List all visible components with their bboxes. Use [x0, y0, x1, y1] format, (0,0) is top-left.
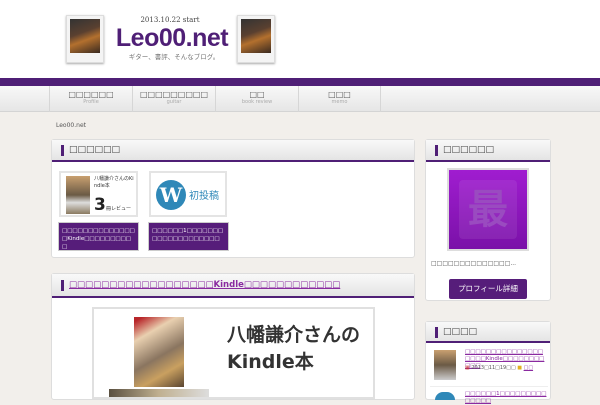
guitar-photo-left [66, 15, 104, 63]
nav-item-memo[interactable]: □□□ memo [298, 86, 381, 112]
guitar-photo-right [237, 15, 275, 63]
site-logo[interactable]: Leo00.net [112, 24, 232, 53]
featured-caption[interactable]: □□□□□□1□□□□□□□□□□□□□□□□□□□□ [148, 222, 229, 251]
nav-item-guitar[interactable]: □□□□□□□□□ guitar [132, 86, 215, 112]
nav-label: □□□□□□ [68, 90, 114, 99]
site-tagline: ギター、書評、そんなブログ。 [128, 53, 220, 61]
wordpress-logo-icon [435, 392, 455, 400]
profile-box: □□□□□□ 最 □□□□□□□□□□□□□□... プロフィール詳細 [425, 139, 551, 301]
featured-box: □□□□□□ 八幡謙介さんのKindle本 3 冊レビュー W 初投稿 □□□□… [51, 139, 415, 258]
nav-label: □□□□□□□□□ [139, 90, 209, 99]
site-header: 2013.10.22 start Leo00.net ギター、書評、そんなブログ… [0, 0, 600, 78]
featured-title: □□□□□□ [61, 145, 408, 156]
main-nav: □□□□□□ Profile □□□□□□□□□ guitar □□ book rev… [0, 86, 600, 112]
thumb-number: 3 [94, 195, 106, 215]
nav-sublabel: book review [241, 99, 273, 105]
nav-label: □□□ [328, 90, 351, 99]
post-image[interactable]: 八幡謙介さんの Kindle本 [92, 307, 375, 399]
recent-header: □□□□ [426, 322, 550, 343]
thumb-title: 八幡謙介さんのKindle本 [94, 176, 134, 189]
featured-thumb-first-post[interactable]: W 初投稿 [149, 171, 227, 217]
purple-band [0, 78, 600, 86]
image-text-line2: Kindle本 [227, 351, 314, 373]
recent-posts-box: □□□□ □□□□□□□□□□□□□□□□□□□Kindle□□□□□□□□□□… [425, 321, 551, 404]
featured-header: □□□□□□ [52, 140, 414, 162]
profile-detail-button[interactable]: プロフィール詳細 [449, 279, 527, 299]
book-covers-image [109, 389, 209, 397]
post-header: □□□□□□□□□□□□□□□□□□Kindle□□□□□□□□□□□□ [52, 274, 414, 298]
wordpress-logo-icon: W [156, 180, 186, 210]
nav-sublabel: Profile [83, 99, 99, 105]
start-date: 2013.10.22 start [140, 16, 200, 24]
post-box: □□□□□□□□□□□□□□□□□□Kindle□□□□□□□□□□□□ 八幡謙… [51, 273, 415, 400]
divider [430, 386, 548, 387]
folder-icon: ■ [517, 365, 523, 371]
post-title-link[interactable]: □□□□□□□□□□□□□□□□□□Kindle□□□□□□□□□□□□ [61, 280, 408, 291]
book-cover-image [134, 317, 184, 387]
calendar-icon: ▦ [465, 365, 470, 371]
breadcrumb[interactable]: Leo00.net [56, 122, 86, 129]
image-text: 八幡謙介さんの Kindle本 [227, 322, 367, 376]
profile-avatar: 最 [447, 168, 529, 251]
nav-label: □□ [249, 90, 265, 99]
profile-text: □□□□□□□□□□□□□□... [431, 260, 517, 267]
featured-thumb-kindle[interactable]: 八幡謙介さんのKindle本 3 冊レビュー [59, 171, 138, 217]
post-category[interactable]: □□ [524, 365, 533, 371]
featured-caption[interactable]: □□□□□□□□□□□□□□□Kindle□□□□□□□□□□ [58, 222, 139, 251]
thumb-title: 初投稿 [189, 191, 219, 202]
nav-sublabel: guitar [166, 99, 182, 105]
avatar-glyph: 最 [459, 180, 517, 239]
nav-sublabel: memo [331, 99, 348, 105]
post-date: 2013□11□19□□ [471, 365, 516, 371]
book-cover-image [66, 176, 90, 214]
recent-post-link[interactable]: □□□□□□1□□□□□□□□□□□□□□ [465, 391, 547, 405]
recent-title: □□□□ [435, 327, 544, 338]
nav-item-book-review[interactable]: □□ book review [215, 86, 298, 112]
recent-post-meta: ▦ 2013□11□19□□ ■ □□ [465, 365, 547, 371]
profile-header: □□□□□□ [426, 140, 550, 162]
nav-item-profile[interactable]: □□□□□□ Profile [49, 86, 132, 112]
image-text-line1: 八幡謙介さんの [227, 324, 361, 346]
profile-title: □□□□□□ [435, 145, 544, 156]
thumb-suffix: 冊レビュー [106, 206, 132, 212]
recent-thumb[interactable] [434, 350, 456, 380]
